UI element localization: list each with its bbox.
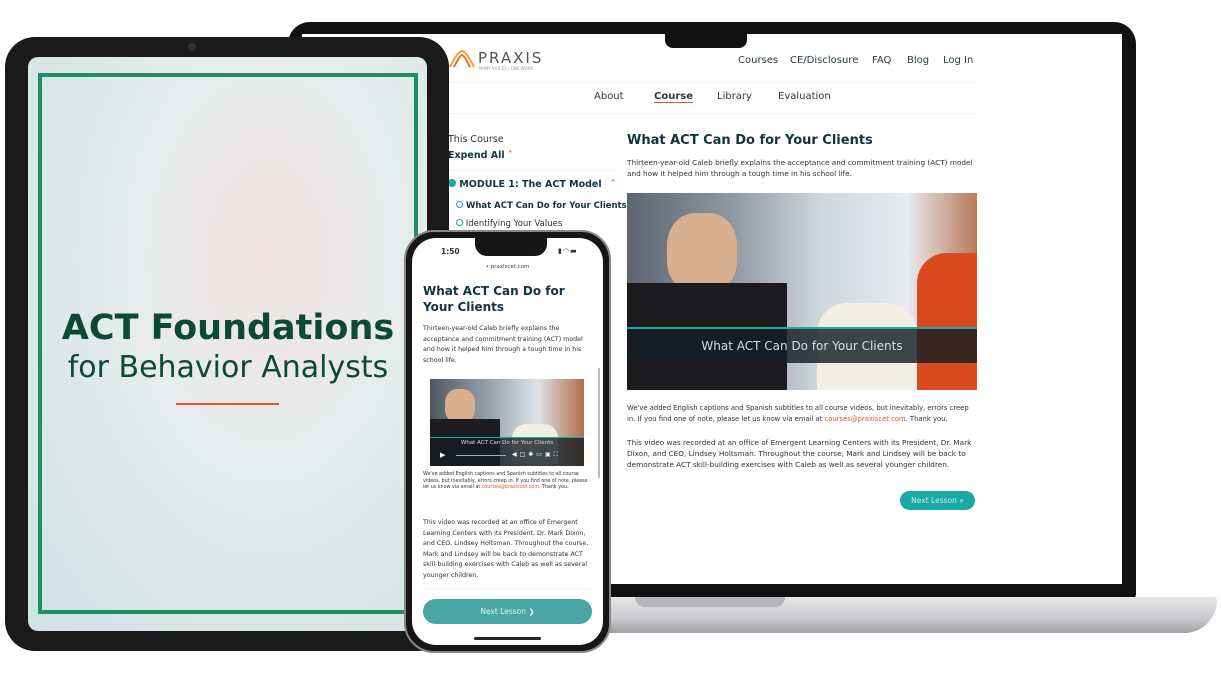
circle-icon — [456, 219, 463, 226]
home-indicator — [474, 637, 541, 640]
lesson-label: What ACT Can Do for Your Clients — [465, 201, 627, 211]
next-lesson-button[interactable]: Next Lesson » — [900, 491, 975, 510]
check-circle-icon — [448, 179, 456, 187]
tablet-camera — [188, 43, 196, 51]
phone-video-player[interactable]: What ACT Can Do for Your Clients ▶ ◀□✱▭▣… — [430, 379, 584, 466]
cover-subtitle: for Behavior Analysts — [67, 350, 389, 385]
phone-lesson-intro: Thirteen-year-old Caleb briefly explains… — [423, 325, 583, 364]
laptop-lid-groove — [635, 597, 785, 607]
divider — [448, 113, 976, 114]
nav-courses[interactable]: Courses — [738, 55, 778, 66]
tab-about[interactable]: About — [594, 91, 624, 102]
cover-divider — [176, 403, 279, 405]
logo-tagline: MANY VOICES | ONE WORK — [479, 66, 534, 71]
nav-faq[interactable]: FAQ — [872, 55, 891, 66]
nav-blog[interactable]: Blog — [907, 55, 929, 66]
phone-captions-note: We've added English captions and Spanish… — [423, 472, 595, 492]
phone-video-caption: What ACT Can Do for Your Clients — [460, 440, 554, 446]
tab-evaluation[interactable]: Evaluation — [778, 91, 831, 102]
lesson-label: Identifying Your Values — [465, 219, 563, 229]
lesson-item[interactable]: Identifying Your Values — [456, 219, 562, 229]
module-title: MODULE 1: The ACT Model — [459, 179, 602, 190]
url-bar[interactable]: • praxiscet.com — [412, 264, 603, 270]
phone-notch — [475, 238, 547, 256]
divider — [448, 170, 616, 171]
circle-icon — [456, 201, 463, 208]
logo-text: PRAXIS — [478, 49, 544, 67]
phone-lesson-body: This video was recorded at an office of … — [423, 519, 589, 579]
video-person — [917, 253, 977, 390]
lesson-intro: Thirteen-year-old Caleb briefly explains… — [627, 158, 973, 178]
video-person — [667, 213, 737, 293]
email-link[interactable]: courses@praxiscet.com — [825, 415, 906, 423]
tab-course[interactable]: Course — [654, 91, 693, 103]
phone-next-lesson-button[interactable]: Next Lesson ❯ — [423, 599, 592, 624]
cover-title: ACT Foundations — [61, 308, 395, 348]
tab-library[interactable]: Library — [717, 91, 752, 102]
wifi-icon: ◠ — [562, 247, 570, 255]
note-text: . Thank you. — [538, 485, 569, 490]
status-icons: ▮◠▬ — [558, 247, 578, 255]
laptop-camera-notch — [665, 34, 747, 48]
lesson-title: What ACT Can Do for Your Clients — [627, 133, 873, 148]
lesson-item-active[interactable]: What ACT Can Do for Your Clients — [456, 201, 627, 211]
praxis-logo[interactable]: PRAXIS MANY VOICES | ONE WORK — [448, 49, 541, 73]
lesson-body: This video was recorded at an office of … — [627, 438, 972, 469]
note-text: . Thank you. — [905, 415, 948, 423]
video-person — [445, 389, 475, 423]
play-icon[interactable]: ▶ — [440, 451, 445, 459]
video-controls[interactable]: What ACT Can Do for Your Clients ▶ ◀□✱▭▣… — [430, 437, 584, 466]
chevron-up-icon: ˄ — [507, 150, 513, 161]
url-text: praxiscet.com — [490, 264, 530, 270]
module-1-toggle[interactable]: MODULE 1: The ACT Model ˄ — [448, 179, 616, 190]
video-title-overlay: What ACT Can Do for Your Clients — [627, 327, 977, 363]
battery-icon: ▬ — [569, 247, 578, 255]
divider — [448, 82, 976, 83]
phone-screen: 1:50 ▮◠▬ • praxiscet.com What ACT Can Do… — [412, 238, 603, 645]
nav-ce-disclosure[interactable]: CE/Disclosure — [790, 55, 858, 66]
chevron-up-icon: ˄ — [610, 179, 616, 190]
email-link[interactable]: courses@praxiscet.com — [482, 485, 539, 490]
scrollbar[interactable] — [598, 368, 600, 478]
phone-lesson-title: What ACT Can Do for Your Clients — [423, 284, 565, 314]
player-control-icons[interactable]: ◀□✱▭▣⛶ — [512, 451, 561, 459]
expand-all-label: Expend All — [448, 150, 505, 161]
status-time: 1:50 — [441, 247, 460, 256]
praxis-logo-icon — [449, 49, 475, 68]
progress-bar[interactable] — [456, 455, 506, 456]
nav-log-in[interactable]: Log In — [943, 55, 973, 66]
video-player[interactable]: What ACT Can Do for Your Clients — [627, 193, 977, 390]
divider — [423, 588, 593, 589]
sidebar-heading: This Course — [448, 134, 504, 145]
captions-note: We've added English captions and Spanish… — [627, 403, 979, 425]
expand-all-button[interactable]: Expend All ˄ — [448, 150, 513, 161]
lock-icon: • — [485, 264, 489, 270]
